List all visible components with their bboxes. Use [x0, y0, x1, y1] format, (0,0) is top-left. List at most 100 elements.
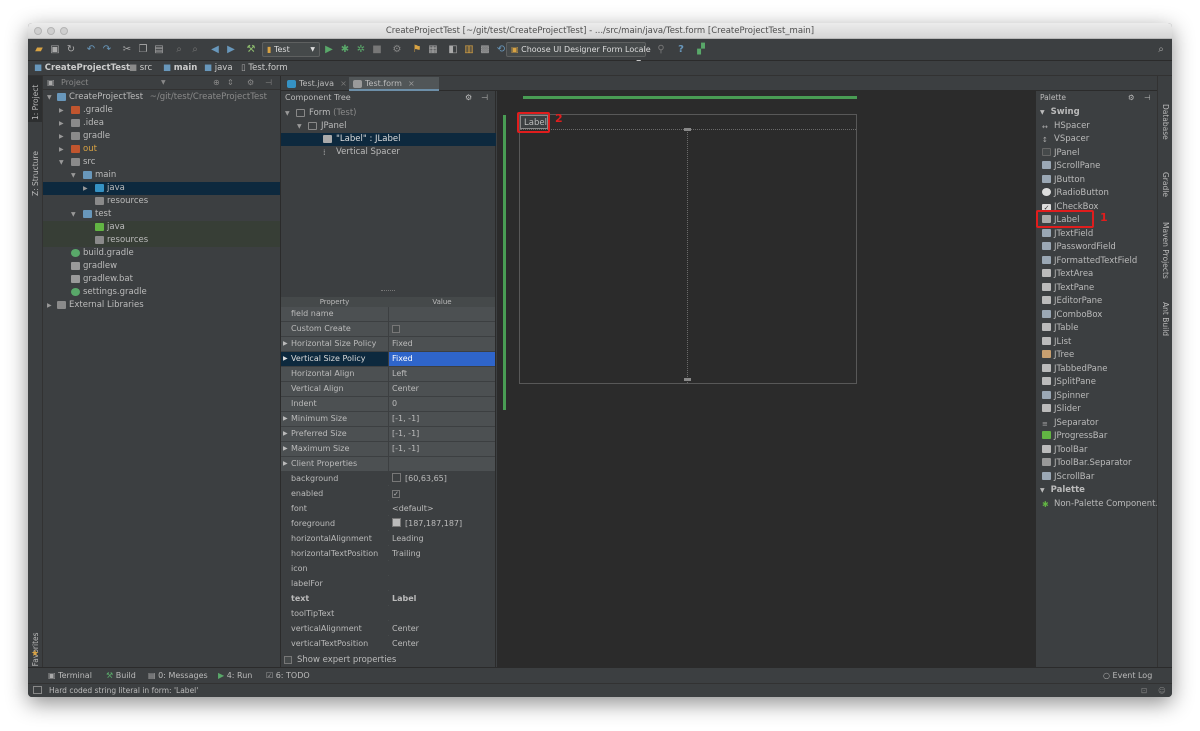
property-row[interactable]: Vertical Align Center — [281, 382, 495, 396]
hide-panel-icon[interactable]: ⊣ — [265, 76, 272, 90]
tree-item[interactable]: resources — [43, 234, 280, 247]
property-row[interactable]: ▶ Minimum Size [-1, -1] — [281, 412, 495, 426]
palette-item[interactable]: JPasswordField — [1042, 241, 1116, 254]
help-icon[interactable]: ? — [674, 43, 688, 57]
save-icon[interactable]: ▣ — [48, 43, 62, 57]
tree-item[interactable]: ▶ External Libraries — [43, 299, 280, 312]
property-row[interactable]: text Label — [281, 592, 495, 606]
palette-item[interactable]: JSlider — [1042, 403, 1081, 416]
vertical-spacer[interactable] — [687, 129, 688, 383]
property-row-selected[interactable]: ▶ Vertical Size Policy Fixed — [281, 352, 495, 366]
collapsed-icon[interactable]: ▶ — [283, 427, 288, 441]
run-icon[interactable]: ▶ — [322, 43, 336, 57]
palette-item[interactable]: JTextField — [1042, 228, 1093, 241]
open-folder-icon[interactable]: ▰ — [32, 43, 46, 57]
tree-node-jlabel[interactable]: "Label" : JLabel — [281, 133, 496, 146]
back-icon[interactable]: ◀ — [208, 43, 222, 57]
lock-icon[interactable]: ⊡ — [1141, 684, 1147, 697]
tool-tab-event-log[interactable]: ○ Event Log — [1103, 668, 1152, 683]
tool-tab-database[interactable]: Database — [1161, 104, 1170, 140]
collapsed-icon[interactable]: ▶ — [283, 412, 288, 426]
collapsed-icon[interactable]: ▶ — [283, 352, 288, 366]
palette-item[interactable]: ≡ JSeparator — [1042, 417, 1098, 430]
sdk-icon[interactable]: ▦ — [426, 43, 440, 57]
property-row[interactable]: Custom Create — [281, 322, 495, 336]
tool-tab-structure[interactable]: Z: Structure — [31, 151, 40, 196]
gear-icon[interactable]: ⚙ — [465, 91, 472, 105]
palette-item[interactable]: JFormattedTextField — [1042, 255, 1137, 268]
tab-test-form[interactable]: Test.form × — [349, 77, 439, 91]
tree-item[interactable]: settings.gradle — [43, 286, 280, 299]
property-row[interactable]: verticalAlignment Center — [281, 622, 495, 636]
property-row[interactable]: ▶ Horizontal Size Policy Fixed — [281, 337, 495, 351]
palette-item[interactable]: ↕ VSpacer — [1042, 133, 1089, 146]
property-row[interactable]: foreground [187,187,187] — [281, 517, 495, 531]
palette-item[interactable]: JRadioButton — [1042, 187, 1109, 200]
property-row[interactable]: verticalTextPosition Center — [281, 637, 495, 651]
palette-item[interactable]: JTextArea — [1042, 268, 1093, 281]
palette-group-palette[interactable]: ▼ Palette — [1040, 484, 1085, 497]
property-row[interactable]: horizontalAlignment Leading — [281, 532, 495, 546]
layout-icon[interactable]: ▩ — [478, 43, 492, 57]
collapsed-icon[interactable]: ▶ — [283, 337, 288, 351]
breadcrumb-src[interactable]: ■ src — [129, 61, 152, 76]
tool-tab-ant[interactable]: Ant Build — [1161, 302, 1170, 336]
palette-item[interactable]: JToolBar — [1042, 444, 1088, 457]
collapsed-icon[interactable]: ▶ — [283, 442, 288, 456]
debug-icon[interactable]: ✱ — [338, 43, 352, 57]
tool-tab-gradle[interactable]: Gradle — [1161, 172, 1170, 197]
close-tab-icon[interactable]: × — [408, 79, 415, 88]
copy-icon[interactable]: ❐ — [136, 43, 150, 57]
locale-select[interactable]: ▣ Choose UI Designer Form Locale▼ — [506, 42, 651, 66]
tree-item[interactable]: java — [43, 221, 280, 234]
tree-item[interactable]: gradlew — [43, 260, 280, 273]
collapse-all-icon[interactable]: ⇕ — [227, 76, 234, 90]
property-row[interactable]: ▶ Preferred Size [-1, -1] — [281, 427, 495, 441]
cut-icon[interactable]: ✂ — [120, 43, 134, 57]
property-row[interactable]: toolTipText — [281, 607, 495, 621]
tree-item[interactable]: build.gradle — [43, 247, 280, 260]
property-row[interactable]: labelFor — [281, 577, 495, 591]
breadcrumb-java[interactable]: ■ java — [204, 61, 233, 76]
tree-item[interactable]: gradlew.bat — [43, 273, 280, 286]
palette-item[interactable]: ✱ Non-Palette Component... — [1042, 498, 1157, 511]
palette-item[interactable]: JSpinner — [1042, 390, 1089, 403]
tool-tab-project[interactable]: 1: Project — [31, 85, 40, 120]
breadcrumb-test-form[interactable]: ▯ Test.form — [241, 61, 288, 76]
replace-icon[interactable]: ⌕ — [188, 43, 202, 57]
palette-item[interactable]: JTable — [1042, 322, 1079, 335]
palette-item[interactable]: JTextPane — [1042, 282, 1094, 295]
tree-item[interactable]: ▶ gradle — [43, 130, 280, 143]
chevron-down-icon[interactable]: ▼ — [161, 76, 166, 90]
tab-test-java[interactable]: Test.java × — [283, 77, 347, 91]
palette-item[interactable]: JSplitPane — [1042, 376, 1096, 389]
collapsed-icon[interactable]: ▶ — [283, 457, 288, 471]
zoom-window-button[interactable] — [60, 27, 68, 35]
property-row[interactable]: horizontalTextPosition Trailing — [281, 547, 495, 561]
vcs-icon[interactable]: ⚲ — [654, 43, 668, 57]
property-row[interactable]: enabled ✓ — [281, 487, 495, 501]
tree-item[interactable]: resources — [43, 195, 280, 208]
property-row[interactable]: background [60,63,65] — [281, 472, 495, 486]
scroll-from-source-icon[interactable]: ⊕ — [213, 76, 220, 90]
tree-item[interactable]: ▼ main — [43, 169, 280, 182]
stop-icon[interactable]: ■ — [370, 43, 384, 57]
tool-tab-messages[interactable]: ▤ 0: Messages — [148, 668, 208, 683]
splitter-handle[interactable] — [381, 290, 395, 292]
tree-node-form[interactable]: ▼ Form (Test) — [281, 107, 495, 120]
tool-tab-run[interactable]: ▶ 4: Run — [218, 668, 252, 683]
palette-item[interactable]: JScrollPane — [1042, 160, 1100, 173]
spacer-handle-top[interactable] — [684, 128, 691, 131]
find-icon[interactable]: ⌕ — [172, 43, 186, 57]
project-structure-icon[interactable]: ⚑ — [410, 43, 424, 57]
tool-tab-terminal[interactable]: ▣ Terminal — [48, 668, 92, 683]
checkbox[interactable] — [392, 325, 400, 333]
build-project-icon[interactable]: ⚒ — [244, 43, 258, 57]
run-config-select[interactable]: ▮ Test ▼ — [262, 42, 320, 57]
property-row[interactable]: field name — [281, 307, 495, 321]
palette-item[interactable]: JScrollBar — [1042, 471, 1094, 484]
palette-item[interactable]: JList — [1042, 336, 1071, 349]
plugin-icon[interactable]: ▞ — [694, 43, 708, 57]
palette-group-swing[interactable]: ▼ Swing — [1040, 106, 1080, 119]
row-header-bar[interactable] — [503, 115, 506, 410]
